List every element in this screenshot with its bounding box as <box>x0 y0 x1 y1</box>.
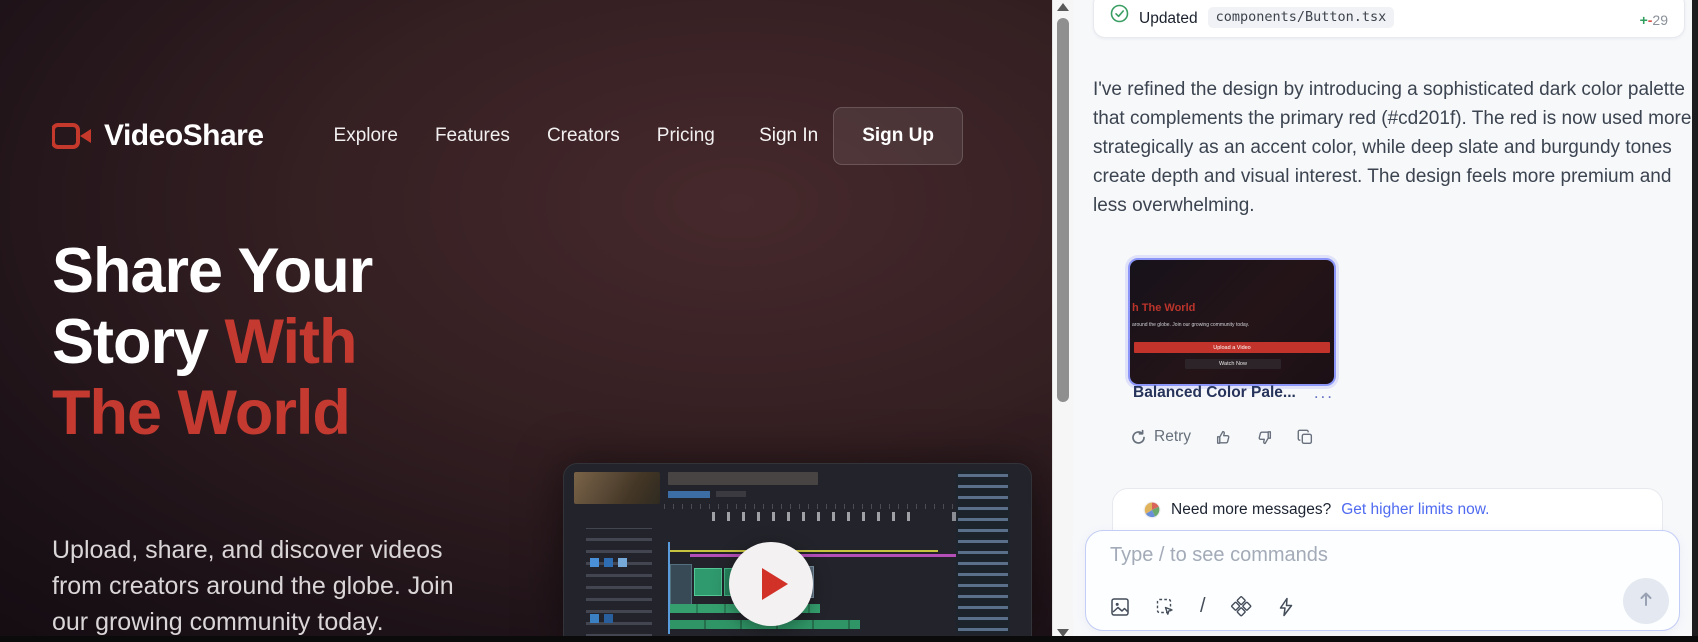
version-thumbnail[interactable]: h The World around the globe. Join our g… <box>1128 258 1336 386</box>
hero-subtitle: Upload, share, and discover videos from … <box>52 533 472 636</box>
scroll-up-arrow[interactable] <box>1057 3 1069 11</box>
get-higher-limits-link[interactable]: Get higher limits now. <box>1341 501 1489 519</box>
diff-stat: +-29 <box>1640 12 1668 28</box>
retry-button[interactable]: Retry <box>1130 428 1191 446</box>
retry-icon <box>1130 429 1147 446</box>
assistant-panel: Updated components/Button.tsx +-29 I've … <box>1073 0 1692 636</box>
nav-link-pricing[interactable]: Pricing <box>657 125 715 147</box>
brand-logo[interactable]: VideoShare <box>52 119 264 153</box>
image-icon[interactable] <box>1110 597 1130 617</box>
editor-tool-swatch <box>604 558 613 567</box>
hero-line-2: Story With <box>52 307 512 378</box>
window-bottom-edge <box>0 636 1698 642</box>
hero-heading: Share Your Story With The World <box>52 236 512 450</box>
nav-link-features[interactable]: Features <box>435 125 510 147</box>
editor-preview-photo <box>574 472 660 504</box>
editor-project-bin-rows <box>958 473 1008 631</box>
site-nav: Explore Features Creators Pricing <box>334 125 715 147</box>
nav-link-explore[interactable]: Explore <box>334 125 398 147</box>
thumbs-up-icon <box>1215 429 1232 446</box>
editor-top-strip <box>668 472 818 485</box>
editor-transport-controls <box>712 512 922 521</box>
check-circle-icon <box>1110 4 1129 28</box>
version-caption[interactable]: Balanced Color Pale... <box>1133 384 1296 402</box>
thumbs-down-icon <box>1256 429 1273 446</box>
composer-toolbar: / <box>1110 595 1295 618</box>
play-icon <box>762 568 788 600</box>
nav-link-creators[interactable]: Creators <box>547 125 620 147</box>
editor-blue-chip <box>668 491 710 498</box>
video-camera-icon <box>52 122 92 150</box>
color-wheel-icon <box>1143 501 1161 524</box>
scrollbar-thumb[interactable] <box>1057 18 1069 402</box>
screenshot-root: VideoShare Explore Features Creators Pri… <box>0 0 1698 642</box>
window-right-edge <box>1692 0 1698 642</box>
site-header: VideoShare Explore Features Creators Pri… <box>52 103 963 169</box>
editor-tool-swatch <box>590 558 599 567</box>
site-preview-panel: VideoShare Explore Features Creators Pri… <box>0 0 1052 636</box>
updated-file-chip: components/Button.tsx <box>1208 7 1395 28</box>
editor-tool-swatch <box>604 614 613 623</box>
editor-yellow-track-line <box>670 550 938 552</box>
thumb-primary-button: Upload a Video <box>1134 342 1330 353</box>
thumb-heading-fragment: h The World <box>1132 302 1195 314</box>
play-button[interactable] <box>729 542 813 626</box>
editor-tool-swatch <box>590 614 599 623</box>
editor-gray-chip <box>716 491 746 497</box>
more-options-button[interactable]: ... <box>1314 388 1334 398</box>
copy-button[interactable] <box>1297 429 1314 446</box>
brand-name: VideoShare <box>104 119 264 153</box>
editor-tool-swatch <box>618 558 627 567</box>
version-caption-row: Balanced Color Pale... ... <box>1133 384 1353 402</box>
composer-placeholder: Type / to see commands <box>1110 544 1328 567</box>
editor-magenta-track-line <box>690 554 970 557</box>
send-button[interactable] <box>1623 578 1669 624</box>
select-cursor-icon[interactable] <box>1155 597 1175 617</box>
hero-line-1: Share Your <box>52 236 512 307</box>
vertical-scrollbar[interactable] <box>1052 0 1073 642</box>
sign-in-link[interactable]: Sign In <box>759 125 818 147</box>
editor-clip <box>694 568 722 596</box>
assistant-message: I've refined the design by introducing a… <box>1093 75 1698 220</box>
thumb-secondary-button: Watch Now <box>1185 359 1281 369</box>
copy-icon <box>1297 429 1314 446</box>
limits-banner-text: Need more messages? <box>1171 501 1331 519</box>
slash-command-icon[interactable]: / <box>1200 595 1206 618</box>
file-update-card[interactable]: Updated components/Button.tsx +-29 <box>1093 0 1685 38</box>
thumb-subtext: around the globe. Join our growing commu… <box>1132 322 1332 328</box>
editor-timeline-ruler <box>664 504 953 509</box>
bolt-icon[interactable] <box>1277 597 1295 617</box>
update-status-label: Updated <box>1139 10 1198 28</box>
hero-line-3: The World <box>52 378 512 449</box>
thumbs-down-button[interactable] <box>1256 429 1273 446</box>
components-icon[interactable] <box>1231 596 1252 617</box>
send-arrow-icon <box>1636 589 1656 614</box>
message-actions: Retry <box>1130 428 1314 446</box>
sign-up-button[interactable]: Sign Up <box>833 107 963 165</box>
message-composer[interactable]: Type / to see commands / <box>1085 530 1680 631</box>
thumbs-up-button[interactable] <box>1215 429 1232 446</box>
editor-project-bin <box>956 470 1010 634</box>
